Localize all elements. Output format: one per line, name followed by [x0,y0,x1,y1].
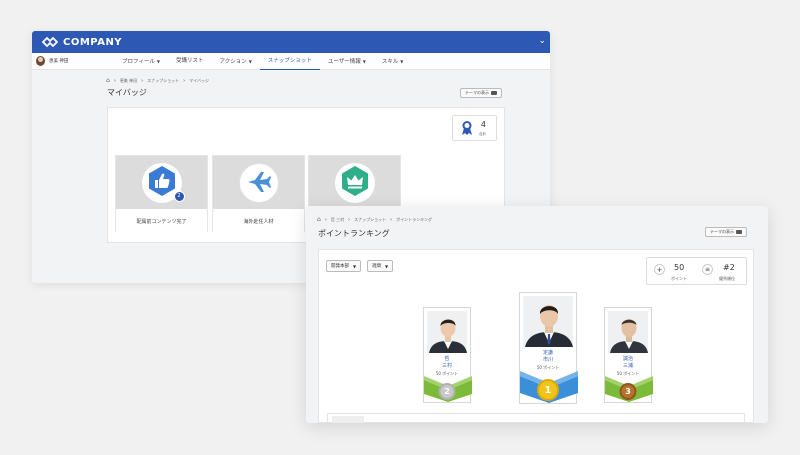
silver-medal: 2 [438,383,456,400]
period-filter[interactable]: 週間 ▼ [367,260,394,272]
person-name-first: 哲 [444,356,450,362]
brand-header: COMPANY ⌄ [32,31,550,53]
person-name-last: 三村 [441,363,452,369]
nav-item-profile[interactable]: プロフィール ▼ [114,53,168,70]
badge-count-value: 4 [480,120,486,129]
nav-item-skill[interactable]: スキル ▼ [374,53,412,70]
rank-label: 優秀順位 [719,276,735,281]
airplane-icon [244,166,274,200]
breadcrumb-item[interactable]: スナップショット [147,78,179,84]
award-ribbon-icon [461,120,473,136]
home-icon[interactable]: ⌂ [317,216,321,223]
ranking-list-header [327,413,745,423]
person-photo [427,311,467,353]
thumbs-up-icon [146,165,178,201]
gold-medal: 1 [537,379,559,401]
caret-down-icon: ▼ [385,263,389,269]
badge-tile[interactable]: 2 配属前コンテンツ完了 [115,155,208,233]
my-stats-box: + 50 ポイント ≡ #2 優秀順位 [646,257,747,285]
crown-icon [339,165,371,201]
avatar [36,56,45,66]
rank-value: #2 [723,263,735,272]
podium-rank-2[interactable]: 哲 三村 50 ポイント 2 [423,307,472,403]
caret-down-icon: ▼ [362,59,366,64]
podium-rank-3[interactable]: 誠治 三浦 50 ポイント 3 [604,307,653,403]
user-name: 恵美 神田 [49,59,69,64]
home-icon[interactable]: ⌂ [106,77,110,84]
caret-down-icon: ▼ [156,59,160,64]
main-nav: 恵美 神田 プロフィール ▼ 受講リスト アクション ▼ スナップショット ユーザー… [32,53,550,70]
badge-count-label: 合計 [479,132,486,136]
bronze-medal: 3 [619,383,637,400]
badge-count-box: 4 合計 [452,115,497,141]
company-logo-icon [42,37,58,47]
user-menu[interactable]: 恵美 神田 [36,56,68,66]
page-title: マイバッジ [107,88,147,97]
breadcrumb-item[interactable]: 恵美 神田 [120,78,137,84]
nav-item-snapshot[interactable]: スナップショット [259,53,320,70]
eye-icon [491,91,497,95]
theme-button[interactable]: テーマの表示 [705,227,747,237]
caret-down-icon: ▼ [248,59,252,64]
menu-icon[interactable]: ⌄ [538,36,546,46]
points-value: 50 [674,263,685,272]
page-title: ポイントランキング [318,229,390,238]
person-name-last: 三浦 [622,363,633,369]
plus-icon: + [654,264,665,275]
ranking-window: ⌂ › 哲 三村 › スナップショット › ポイントランキング ポイントランキン… [306,206,768,423]
badge-tile[interactable]: 海外赴任人材 [212,155,305,233]
badge-label: 配属前コンテンツ完了 [116,209,207,233]
breadcrumb-item: ポイントランキング [396,216,432,222]
person-name-first: 誠治 [622,356,633,362]
badge-earned-count: 2 [173,190,185,202]
person-photo [523,296,573,347]
list-tab[interactable] [332,416,364,423]
person-name-first: 定謙 [542,350,553,356]
caret-down-icon: ▼ [400,59,404,64]
breadcrumb-item: マイバッジ [189,77,210,83]
theme-button[interactable]: テーマの表示 [460,88,502,98]
company-name: COMPANY [63,36,123,48]
person-photo [608,311,648,353]
caret-down-icon: ▼ [353,263,357,269]
department-filter[interactable]: 開発本部 ▼ [326,260,362,272]
badge-label: 海外赴任人材 [213,209,304,233]
breadcrumb-item[interactable]: 哲 三村 [331,217,344,223]
nav-item-course-list[interactable]: 受講リスト [168,53,212,70]
breadcrumb: ⌂ › 哲 三村 › スナップショット › ポイントランキング [317,216,432,223]
person-name-last: 市川 [542,357,553,363]
breadcrumb-item[interactable]: スナップショット [354,217,386,223]
nav-item-user-info[interactable]: ユーザー情報 ▼ [320,53,374,70]
ranking-panel: 開発本部 ▼ 週間 ▼ + 50 ポイント ≡ #2 優秀順位 哲 三村 50 ポイ… [318,249,754,423]
points-label: ポイント [671,276,687,281]
list-icon: ≡ [702,264,713,275]
eye-icon [736,230,742,234]
breadcrumb: ⌂ › 恵美 神田 › スナップショット › マイバッジ [106,77,210,84]
nav-item-action[interactable]: アクション ▼ [211,53,259,70]
podium-rank-1[interactable]: 定謙 市川 50 ポイント 1 [519,292,578,404]
